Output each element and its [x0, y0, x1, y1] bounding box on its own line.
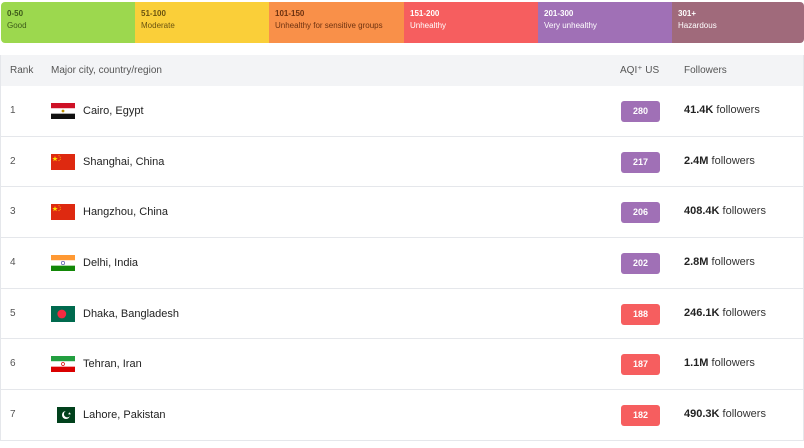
rank-number: 4: [10, 257, 16, 269]
followers-count: 2.4M followers: [684, 155, 755, 167]
bangladesh-flag-icon: [51, 305, 75, 322]
table-header: Rank Major city, country/region AQI⁺ US …: [0, 55, 804, 86]
rank-number: 6: [10, 358, 16, 370]
legend-label: Very unhealthy: [544, 21, 597, 30]
legend-label: Unhealthy for sensitive groups: [275, 21, 383, 30]
legend-label: Moderate: [141, 21, 175, 30]
followers-number: 2.8M: [684, 256, 709, 269]
city-name[interactable]: Shanghai, China: [83, 156, 164, 168]
followers-count: 408.4K followers: [684, 205, 766, 217]
legend-very-unhealthy: 201-300 Very unhealthy: [538, 2, 672, 43]
city-name[interactable]: Dhaka, Bangladesh: [83, 308, 179, 320]
table-row[interactable]: 3 Hangzhou, China 206 408.4K followers: [0, 187, 804, 239]
rank-number: 7: [10, 409, 16, 421]
egypt-flag-icon: [51, 103, 75, 119]
rank-number: 1: [10, 105, 16, 116]
aqi-badge: 202: [621, 253, 660, 275]
aqi-badge: 206: [621, 202, 660, 224]
china-flag-icon: [51, 153, 75, 170]
legend-label: Good: [7, 21, 27, 30]
pakistan-flag-icon: [51, 407, 75, 424]
followers-count: 2.8M followers: [684, 256, 755, 268]
city-name[interactable]: Hangzhou, China: [83, 206, 168, 218]
table-row[interactable]: 6 Tehran, Iran 187 1.1M followers: [0, 339, 804, 391]
aqi-badge: 187: [621, 354, 660, 376]
legend-sensitive: 101-150 Unhealthy for sensitive groups: [269, 2, 404, 43]
india-flag-icon: [51, 255, 75, 272]
rank-number: 3: [10, 206, 16, 218]
legend-hazardous: 301+ Hazardous: [672, 2, 804, 43]
aqi-legend: 0-50 Good 51-100 Moderate 101-150 Unheal…: [1, 2, 804, 43]
legend-moderate: 51-100 Moderate: [135, 2, 269, 43]
aqi-badge: 280: [621, 101, 660, 122]
rank-number: 5: [10, 307, 16, 319]
followers-number: 1.1M: [684, 357, 709, 370]
table-row[interactable]: 5 Dhaka, Bangladesh 188 246.1K followers: [0, 288, 804, 340]
aqi-badge: 217: [621, 151, 660, 173]
header-city[interactable]: Major city, country/region: [51, 65, 162, 76]
table-row[interactable]: 2 Shanghai, China 217 2.4M followers: [0, 136, 804, 188]
city-ranking-table: Rank Major city, country/region AQI⁺ US …: [0, 55, 804, 441]
header-rank[interactable]: Rank: [10, 65, 33, 76]
legend-good: 0-50 Good: [1, 2, 135, 43]
followers-number: 408.4K: [684, 205, 720, 218]
legend-range: 51-100: [141, 9, 166, 18]
followers-count: 41.4K followers: [684, 104, 760, 116]
china-flag-icon: [51, 204, 75, 221]
legend-label: Unhealthy: [410, 21, 447, 30]
followers-number: 41.4K: [684, 104, 714, 116]
followers-count: 490.3K followers: [684, 408, 766, 420]
followers-number: 2.4M: [684, 154, 709, 167]
iran-flag-icon: [51, 356, 75, 373]
followers-number: 490.3K: [684, 408, 720, 421]
header-aqi[interactable]: AQI⁺ US: [620, 65, 659, 76]
aqi-badge: 188: [621, 303, 660, 325]
legend-range: 151-200: [410, 9, 440, 18]
followers-count: 1.1M followers: [684, 357, 755, 369]
followers-suffix: followers: [722, 306, 766, 319]
followers-suffix: followers: [722, 408, 766, 421]
legend-label: Hazardous: [678, 21, 717, 30]
rank-number: 2: [10, 155, 16, 167]
followers-suffix: followers: [711, 256, 755, 269]
city-name[interactable]: Delhi, India: [83, 257, 138, 269]
followers-suffix: followers: [711, 357, 755, 370]
city-name[interactable]: Tehran, Iran: [83, 358, 142, 370]
table-row[interactable]: 7 Lahore, Pakistan 182 490.3K followers: [0, 390, 804, 441]
legend-range: 101-150: [275, 9, 305, 18]
aqi-badge: 182: [621, 405, 660, 427]
legend-range: 301+: [678, 9, 697, 18]
followers-number: 246.1K: [684, 306, 720, 319]
legend-unhealthy: 151-200 Unhealthy: [404, 2, 538, 43]
table-row[interactable]: 4 Delhi, India 202 2.8M followers: [0, 238, 804, 289]
city-name[interactable]: Lahore, Pakistan: [83, 409, 166, 421]
followers-suffix: followers: [722, 205, 766, 218]
followers-suffix: followers: [716, 104, 760, 116]
table-row[interactable]: 1 Cairo, Egypt 280 41.4K followers: [0, 86, 804, 137]
legend-range: 201-300: [544, 9, 574, 18]
followers-count: 246.1K followers: [684, 307, 766, 319]
legend-range: 0-50: [7, 9, 24, 18]
header-followers[interactable]: Followers: [684, 65, 727, 76]
followers-suffix: followers: [711, 154, 755, 167]
city-name[interactable]: Cairo, Egypt: [83, 105, 144, 117]
